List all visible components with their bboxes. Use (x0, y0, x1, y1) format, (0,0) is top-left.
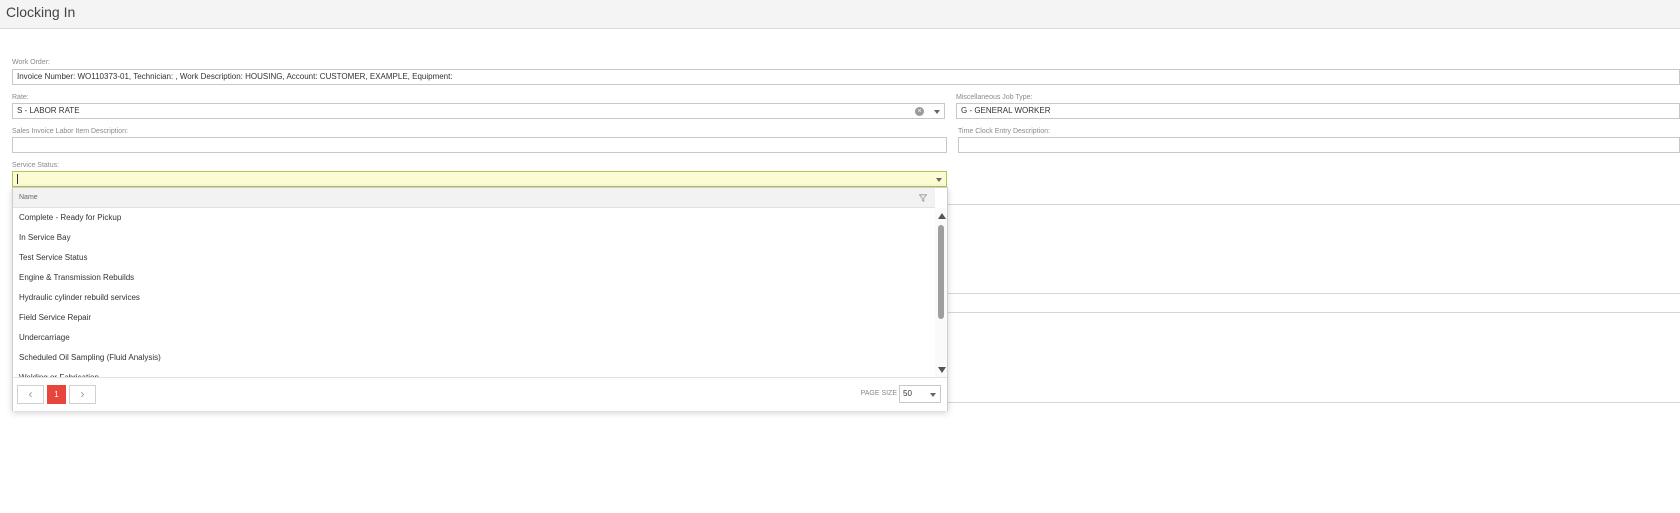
divider (947, 312, 1680, 313)
time-clock-desc-field[interactable] (958, 137, 1680, 153)
divider (947, 402, 1680, 403)
chevron-down-icon[interactable] (934, 110, 940, 114)
scroll-thumb[interactable] (938, 225, 944, 319)
list-item[interactable]: Scheduled Oil Sampling (Fluid Analysis) (13, 348, 935, 368)
column-header-name: Name (19, 194, 38, 201)
rate-value: S - LABOR RATE (17, 106, 80, 115)
pager: ‹ 1 › PAGE SIZE 50 (13, 377, 947, 411)
clear-icon[interactable]: × (915, 107, 924, 116)
page-title: Clocking In (6, 4, 76, 20)
list-item[interactable]: Hydraulic cylinder rebuild services (13, 288, 935, 308)
text-caret (17, 174, 18, 184)
current-page-button[interactable]: 1 (47, 385, 66, 404)
list-item[interactable]: Engine & Transmission Rebuilds (13, 268, 935, 288)
divider (947, 204, 1680, 205)
service-status-label: Service Status: (12, 162, 60, 169)
prev-page-button[interactable]: ‹ (17, 385, 44, 404)
list-item[interactable]: Undercarriage (13, 328, 935, 348)
service-status-dropdown: Name Complete - Ready for Pickup In Serv… (12, 187, 948, 411)
scroll-down-icon[interactable] (938, 367, 946, 373)
time-clock-desc-label: Time Clock Entry Description: (958, 128, 1050, 135)
sales-invoice-desc-field[interactable] (12, 137, 947, 153)
divider (947, 293, 1680, 294)
list-item[interactable]: Test Service Status (13, 248, 935, 268)
chevron-down-icon[interactable] (936, 178, 942, 182)
page-size-value: 50 (903, 389, 912, 398)
rate-select[interactable]: S - LABOR RATE × (12, 103, 945, 119)
next-page-button[interactable]: › (69, 385, 96, 404)
service-status-select[interactable] (12, 171, 947, 187)
page-size-select[interactable]: 50 (899, 385, 941, 403)
misc-job-type-label: Miscellaneous Job Type: (956, 94, 1033, 101)
page-header: Clocking In (0, 0, 1680, 29)
option-list: Complete - Ready for Pickup In Service B… (13, 208, 935, 377)
page-size-label: PAGE SIZE (860, 390, 897, 397)
scrollbar[interactable] (935, 208, 947, 377)
work-order-value: Invoice Number: WO110373-01, Technician:… (17, 72, 453, 81)
sales-invoice-desc-label: Sales Invoice Labor Item Description: (12, 128, 128, 135)
chevron-down-icon[interactable] (930, 393, 936, 397)
list-item[interactable]: Field Service Repair (13, 308, 935, 328)
misc-job-type-value: G - GENERAL WORKER (961, 106, 1051, 115)
scroll-up-icon[interactable] (938, 213, 946, 219)
rate-label: Rate: (12, 94, 29, 101)
list-item[interactable]: Complete - Ready for Pickup (13, 208, 935, 228)
work-order-field[interactable]: Invoice Number: WO110373-01, Technician:… (12, 69, 1680, 85)
work-order-label: Work Order: (12, 59, 50, 66)
list-item[interactable]: In Service Bay (13, 228, 935, 248)
misc-job-type-select[interactable]: G - GENERAL WORKER (956, 103, 1680, 119)
list-item[interactable]: Welding or Fabrication (13, 368, 935, 377)
filter-icon[interactable] (919, 194, 927, 202)
column-header: Name (13, 188, 935, 208)
